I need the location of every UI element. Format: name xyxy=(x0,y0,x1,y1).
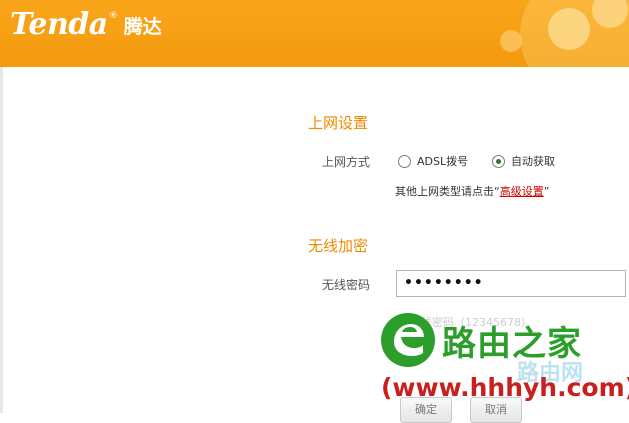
radio-button-icon[interactable] xyxy=(398,154,411,168)
other-types-hint: 其他上网类型请点击“高级设置” xyxy=(395,183,549,199)
decor-bubble xyxy=(548,8,590,50)
left-divider xyxy=(0,67,3,413)
hint-suffix: ” xyxy=(543,185,550,198)
brand-wordmark: Tenda xyxy=(10,6,108,42)
header-bar: Tenda ® 腾达 xyxy=(0,0,629,67)
radio-button-selected-icon[interactable] xyxy=(492,154,505,168)
radio-auto[interactable]: 自动获取 xyxy=(492,153,555,169)
wireless-encryption-title: 无线加密 xyxy=(308,237,369,255)
radio-auto-label: 自动获取 xyxy=(511,155,555,168)
advanced-settings-link[interactable]: 高级设置 xyxy=(500,185,544,198)
wireless-password-input[interactable]: •••••••• xyxy=(396,270,626,297)
hint-prefix: 其他上网类型请点击“ xyxy=(395,185,500,198)
radio-adsl[interactable]: ADSL拨号 xyxy=(398,153,468,169)
tenda-logo: Tenda ® 腾达 xyxy=(10,4,162,44)
connection-mode-label: 上网方式 xyxy=(322,155,371,169)
wireless-password-label: 无线密码 xyxy=(322,278,371,292)
registered-mark: ® xyxy=(108,11,118,21)
e-logo-icon xyxy=(381,313,435,367)
decor-bubble xyxy=(500,30,522,52)
radio-adsl-label: ADSL拨号 xyxy=(417,155,469,168)
brand-chinese-name: 腾达 xyxy=(123,15,162,38)
internet-settings-title: 上网设置 xyxy=(308,114,369,132)
watermark-url: (www.hhhyh.com) xyxy=(381,373,629,402)
